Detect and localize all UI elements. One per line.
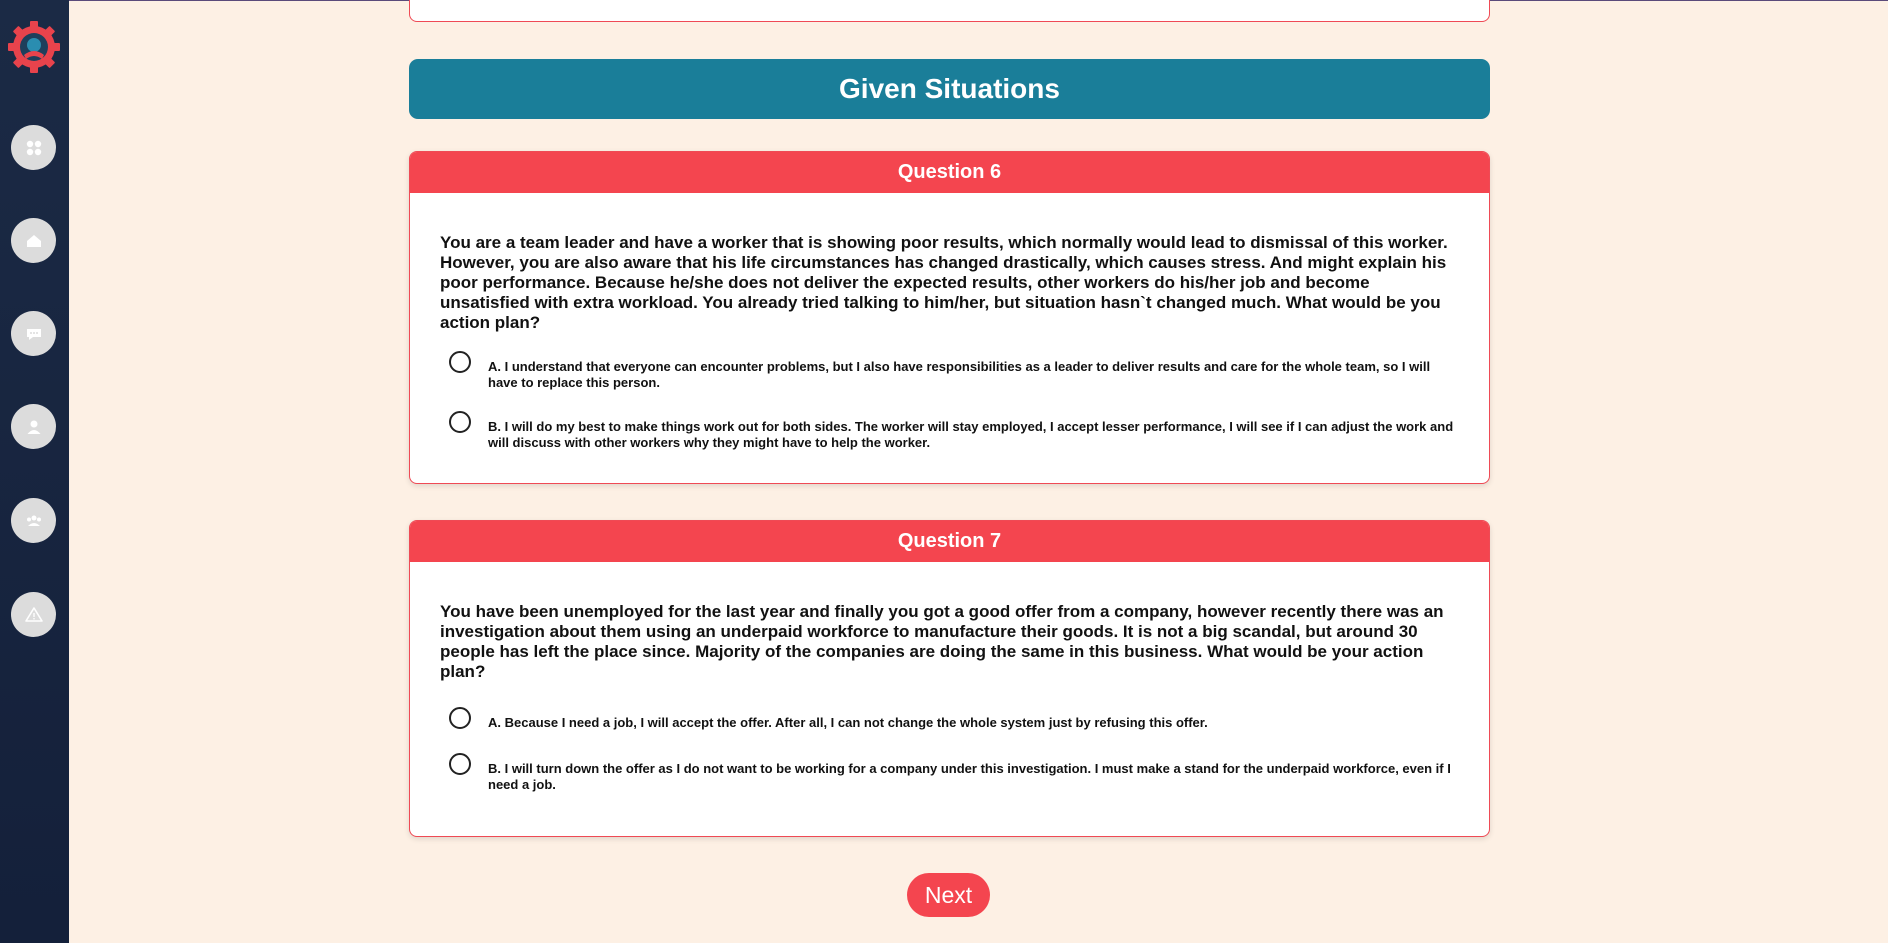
question-header: Question 7 [410, 521, 1489, 562]
sidebar [0, 0, 69, 943]
nav-chat-button[interactable] [11, 311, 56, 356]
answer-option-label: B. I will do my best to make things work… [488, 419, 1454, 450]
nav-dashboard-button[interactable] [11, 125, 56, 170]
question-card: Question 7 You have been unemployed for … [409, 520, 1490, 837]
section-title: Given Situations [409, 59, 1490, 119]
answer-option-b[interactable]: B. I will turn down the offer as I do no… [448, 753, 1459, 793]
answer-option-label: B. I will turn down the offer as I do no… [488, 761, 1451, 792]
question-text: You have been unemployed for the last ye… [440, 602, 1444, 681]
answer-option-a[interactable]: A. I understand that everyone can encoun… [448, 351, 1459, 391]
question-header: Question 6 [410, 152, 1489, 193]
next-button[interactable]: Next [907, 873, 990, 917]
nav-warning-button[interactable] [11, 592, 56, 637]
team-icon [26, 515, 41, 526]
radio-button[interactable] [449, 411, 471, 433]
nav-home-button[interactable] [11, 218, 56, 263]
answer-option-label: A. I understand that everyone can encoun… [488, 359, 1431, 390]
nav-profile-button[interactable] [11, 404, 56, 449]
radio-button[interactable] [449, 753, 471, 775]
question-text: You are a team leader and have a worker … [440, 233, 1448, 332]
question-card: Question 6 You are a team leader and hav… [409, 151, 1490, 484]
previous-question-card [409, 0, 1490, 22]
home-icon [26, 234, 41, 247]
dashboard-icon [26, 140, 41, 155]
nav-team-button[interactable] [11, 498, 56, 543]
answer-option-b[interactable]: B. I will do my best to make things work… [448, 411, 1459, 451]
chat-icon [26, 328, 41, 340]
user-icon [27, 420, 40, 434]
answer-option-label: A. Because I need a job, I will accept t… [488, 715, 1208, 730]
radio-button[interactable] [449, 707, 471, 729]
gear-logo-icon[interactable] [6, 19, 62, 75]
warning-icon [24, 606, 43, 622]
answer-option-a[interactable]: A. Because I need a job, I will accept t… [448, 707, 1459, 731]
radio-button[interactable] [449, 351, 471, 373]
